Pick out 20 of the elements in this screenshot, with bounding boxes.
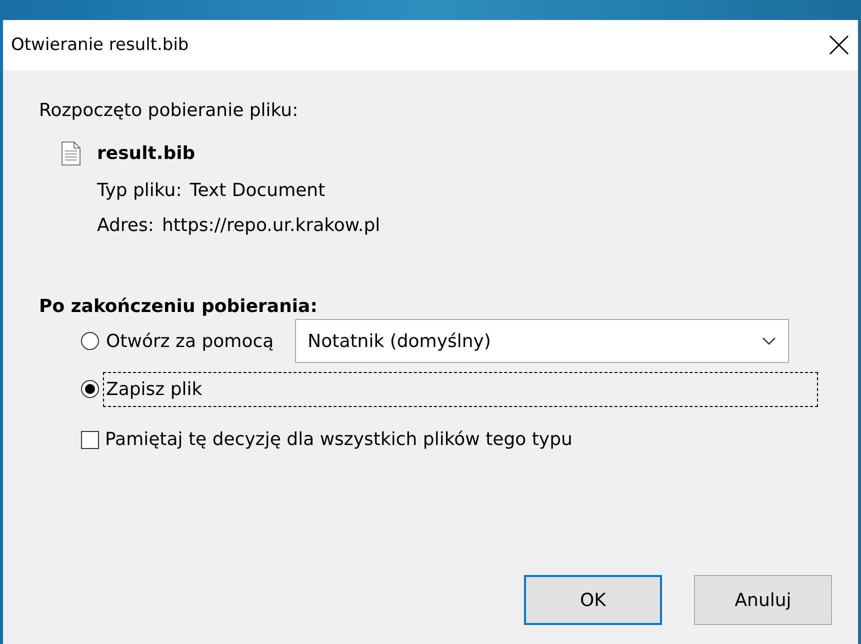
- close-icon[interactable]: [828, 34, 850, 56]
- detail-value: https://repo.ur.krakow.pl: [162, 215, 380, 236]
- checkbox-label[interactable]: Pamiętaj tę decyzję dla wszystkich plików tego typu: [105, 429, 572, 450]
- dialog-button[interactable]: OK: [524, 575, 662, 625]
- document-icon: [61, 141, 81, 166]
- detail-label: Adres:: [97, 215, 154, 236]
- file-name: result.bib: [97, 143, 196, 164]
- dialog-button[interactable]: Anuluj: [694, 575, 832, 625]
- download-intro: Rozpoczęto pobieranie pliku:: [39, 100, 300, 121]
- window-title: Otwieranie result.bib: [11, 35, 189, 55]
- radio-button[interactable]: [81, 380, 99, 398]
- detail-label: Typ pliku:: [97, 180, 182, 201]
- option-label[interactable]: Zapisz plik: [103, 372, 818, 406]
- checkbox[interactable]: [81, 430, 99, 448]
- option-label[interactable]: Otwórz za pomocą: [103, 324, 277, 358]
- section-title: Po zakończeniu pobierania:: [39, 296, 318, 317]
- application-dropdown[interactable]: Notatnik (domyślny): [294, 319, 789, 363]
- radio-button[interactable]: [81, 332, 99, 350]
- chevron-icon: [762, 337, 776, 345]
- detail-value: Text Document: [190, 180, 326, 201]
